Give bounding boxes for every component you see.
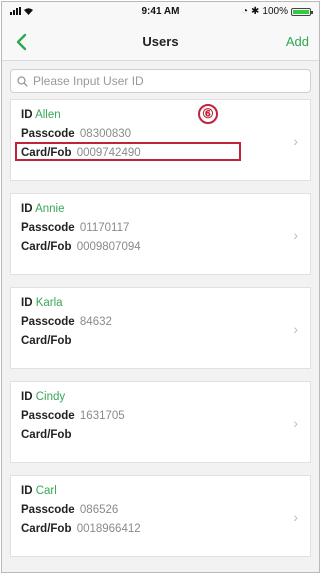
user-name: Cindy	[35, 391, 66, 403]
search-icon	[17, 75, 28, 87]
add-user-button[interactable]: Add	[286, 34, 309, 49]
card-fob-highlight	[15, 142, 241, 161]
card-row: Card/Fob 0009807094	[21, 241, 141, 253]
id-row: ID Karla	[21, 297, 63, 309]
card-row: Card/Fob	[21, 429, 72, 441]
chevron-right-icon: ›	[293, 227, 298, 243]
nav-bar: Users Add	[2, 24, 319, 61]
id-row: ID Annie	[21, 203, 65, 215]
user-name: Karla	[35, 297, 63, 309]
id-row: ID Carl	[21, 485, 57, 497]
user-name: Annie	[35, 203, 65, 215]
card-value: 0009807094	[76, 241, 141, 253]
passcode-value: 01170117	[79, 222, 130, 234]
status-right: ◔ ✱ 100%	[241, 6, 313, 17]
id-row: ID Cindy	[21, 391, 66, 403]
page-title: Users	[142, 34, 179, 49]
bluetooth-icon: ✱	[251, 6, 260, 17]
search-bar	[2, 61, 319, 99]
user-name: Allen	[35, 109, 61, 121]
passcode-row: Passcode 086526	[21, 504, 119, 516]
passcode-row: Passcode 01170117	[21, 222, 130, 234]
user-card-karla[interactable]: ID Karla Passcode 84632 Card/Fob ›	[10, 287, 311, 369]
passcode-value: 84632	[79, 316, 112, 328]
user-card-allen[interactable]: ID Allen Passcode 08300830 Card/Fob 0009…	[10, 99, 311, 181]
search-box[interactable]	[10, 69, 311, 93]
passcode-value: 086526	[79, 504, 119, 516]
status-bar: 9:41 AM ◔ ✱ 100%	[2, 2, 319, 24]
card-row: Card/Fob 0018966412	[21, 523, 141, 535]
user-card-cindy[interactable]: ID Cindy Passcode 1631705 Card/Fob ›	[10, 381, 311, 463]
step-badge: ⑥	[198, 104, 218, 124]
card-value: 0018966412	[76, 523, 141, 535]
chevron-right-icon: ›	[293, 415, 298, 431]
user-card-carl[interactable]: ID Carl Passcode 086526 Card/Fob 0018966…	[10, 475, 311, 557]
battery-icon	[291, 7, 313, 16]
id-row: ID Allen	[21, 109, 61, 121]
user-card-annie[interactable]: ID Annie Passcode 01170117 Card/Fob 0009…	[10, 193, 311, 275]
passcode-row: Passcode 1631705	[21, 410, 125, 422]
search-input[interactable]	[31, 73, 304, 89]
battery-percent: 100%	[262, 6, 288, 17]
passcode-value: 08300830	[79, 128, 132, 140]
alarm-icon: ◔	[241, 6, 249, 17]
chevron-right-icon: ›	[293, 321, 298, 337]
phone-screen: 9:41 AM ◔ ✱ 100% Users Add ID Allen	[1, 1, 320, 573]
chevron-right-icon: ›	[293, 133, 298, 149]
user-name: Carl	[35, 485, 57, 497]
chevron-right-icon: ›	[293, 509, 298, 525]
passcode-row: Passcode 84632	[21, 316, 112, 328]
card-row: Card/Fob	[21, 335, 72, 347]
passcode-value: 1631705	[79, 410, 125, 422]
user-list: ID Allen Passcode 08300830 Card/Fob 0009…	[2, 99, 319, 557]
